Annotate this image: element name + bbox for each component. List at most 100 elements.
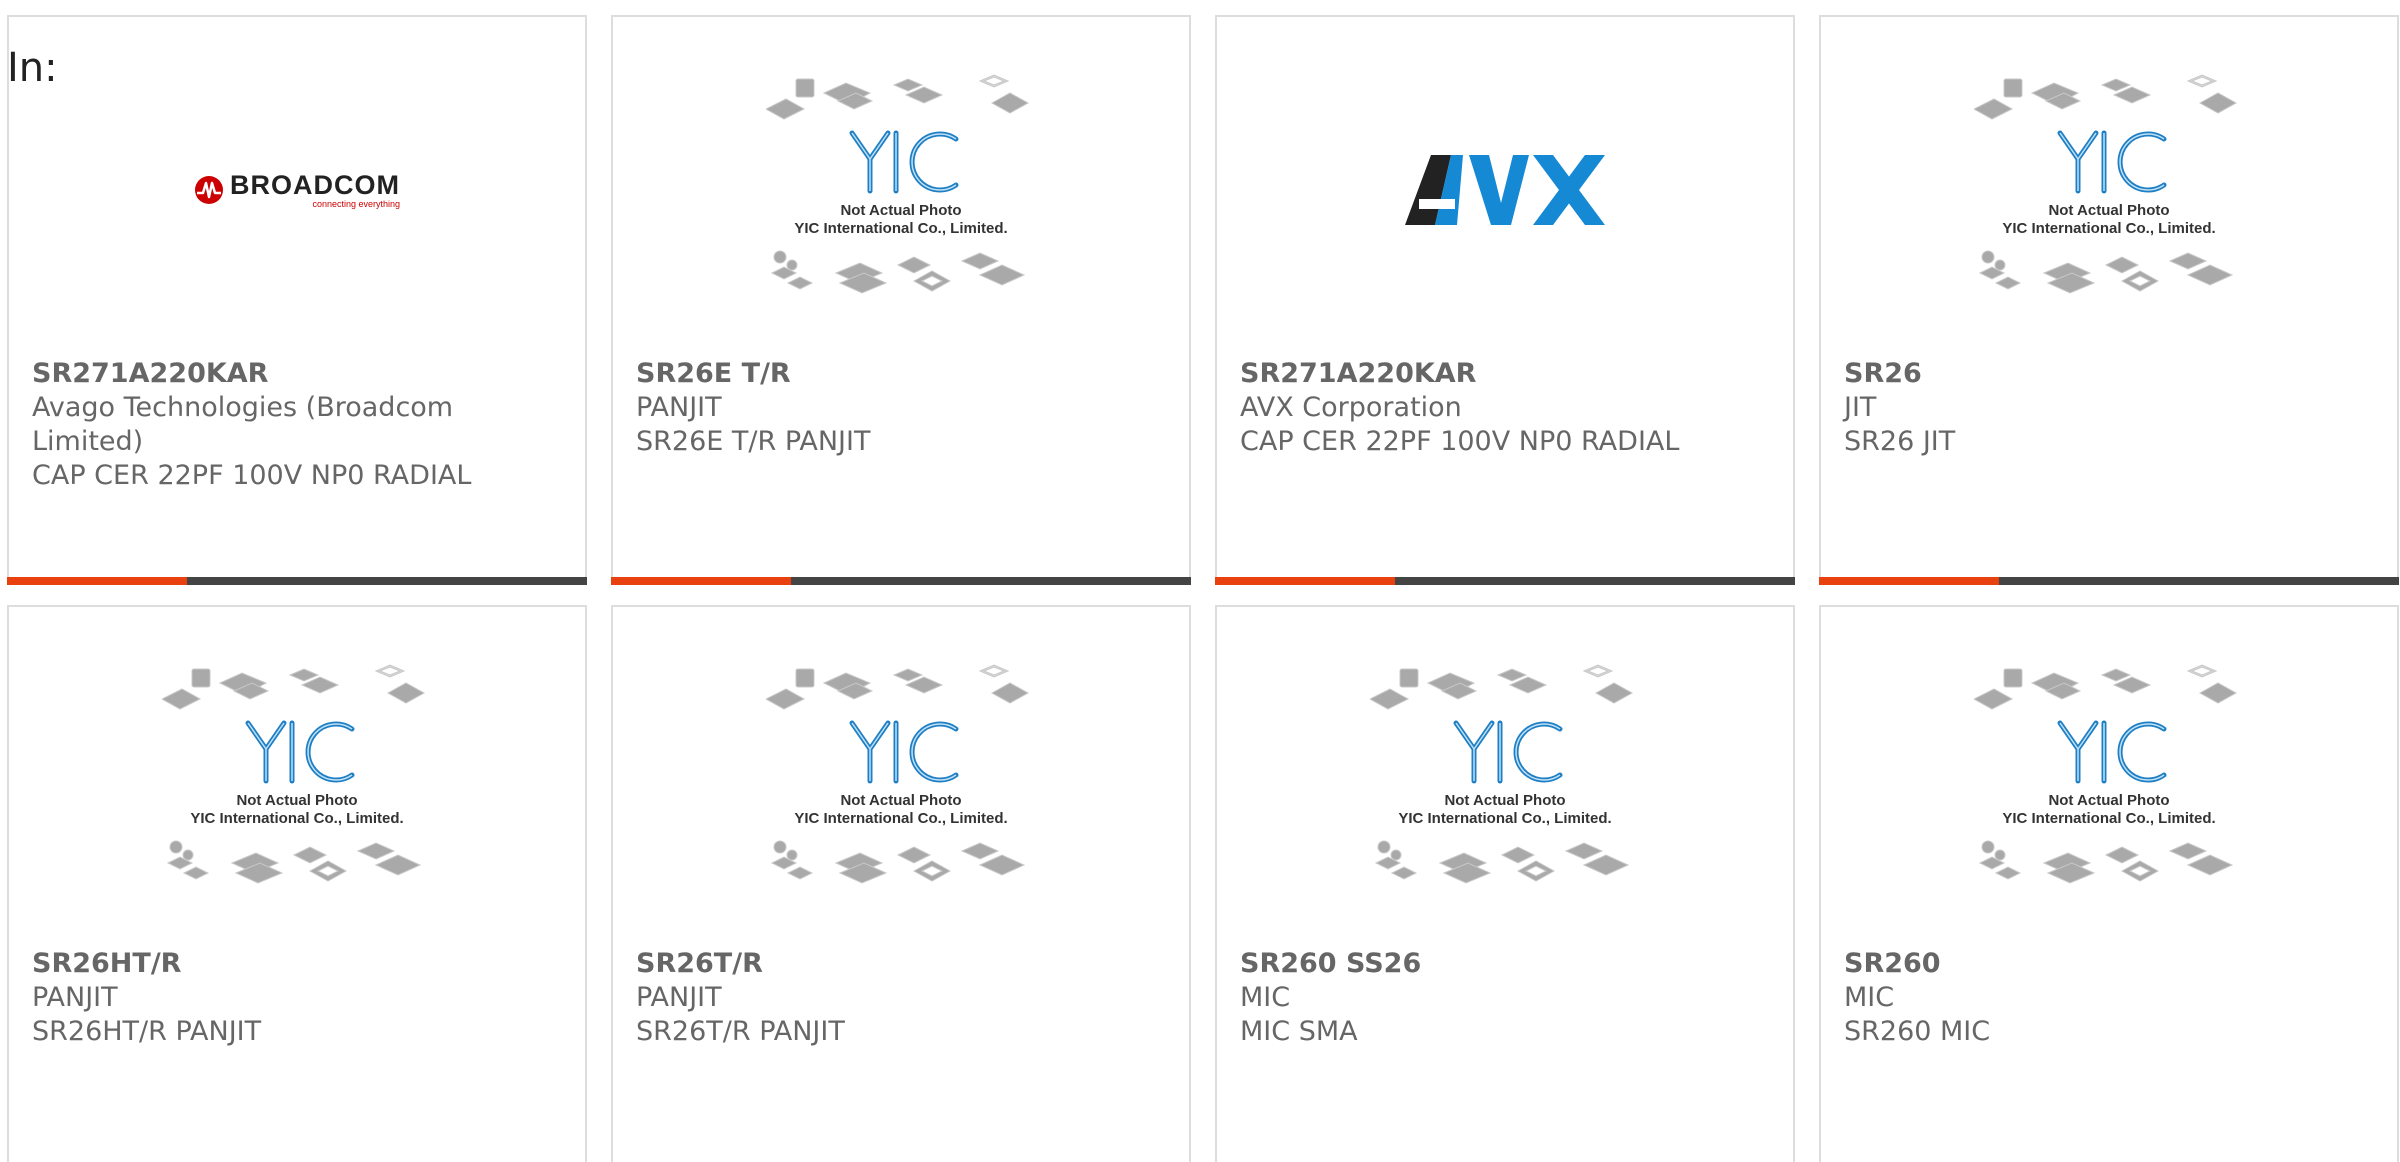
product-image[interactable]: BROADCOM connecting everything [9,17,585,347]
chips-top-icon [1974,664,2238,710]
broadcom-pulse-icon [195,176,223,204]
product-info: SR271A220KAR AVX Corporation CAP CER 22P… [1240,357,1773,459]
card-accent-segment [611,577,791,585]
card-accent-bar [611,577,1191,585]
product-part-number[interactable]: SR26HT/R [32,947,565,981]
yic-logo-icon [2057,720,2167,784]
yic-logo-icon [1453,720,1563,784]
product-manufacturer: JIT [1844,392,1877,423]
product-image[interactable]: Not Actual Photo YIC International Co., … [9,607,585,937]
svg-text:Not Actual Photo: Not Actual Photo [2048,202,2169,219]
product-info: SR260 SS26 MIC MIC SMA [1240,947,1773,1049]
product-card[interactable]: Not Actual Photo YIC International Co., … [1819,15,2399,585]
product-info: SR260 MIC SR260 MIC [1844,947,2377,1049]
svg-text:YIC International Co., Limited: YIC International Co., Limited. [1398,810,1611,827]
product-info: SR26HT/R PANJIT SR26HT/R PANJIT [32,947,565,1049]
product-part-number[interactable]: SR271A220KAR [1240,357,1773,391]
yic-logo-icon [2057,130,2167,194]
product-card[interactable]: Not Actual Photo YIC International Co., … [1819,605,2399,1162]
product-description: SR26E T/R PANJIT [636,426,871,457]
chips-top-icon [1974,74,2238,120]
product-description: SR26 JIT [1844,426,1956,457]
product-grid: BROADCOM connecting everything SR271A220… [7,15,2399,1162]
chips-bottom-icon [1374,840,1630,884]
svg-text:Not Actual Photo: Not Actual Photo [840,792,961,809]
yic-placeholder-image: Not Actual Photo YIC International Co., … [162,664,426,884]
product-card[interactable]: Not Actual Photo YIC International Co., … [7,605,587,1162]
card-accent-bar [1215,577,1795,585]
product-manufacturer: Avago Technologies (Broadcom Limited) [32,392,454,457]
product-part-number[interactable]: SR26T/R [636,947,1169,981]
svg-text:YIC International Co., Limited: YIC International Co., Limited. [2002,810,2215,827]
chips-top-icon [1370,664,1634,710]
yic-placeholder-image: Not Actual Photo YIC International Co., … [1974,664,2238,884]
chips-top-icon [766,664,1030,710]
broadcom-name: BROADCOM [230,170,400,200]
product-manufacturer: PANJIT [32,982,118,1013]
page: In: BROADCOM connecting everything SR271… [0,0,2400,1162]
yic-logo-icon [849,130,959,194]
product-part-number[interactable]: SR26 [1844,357,2377,391]
svg-text:Not Actual Photo: Not Actual Photo [840,202,961,219]
product-part-number[interactable]: SR271A220KAR [32,357,565,391]
svg-text:Not Actual Photo: Not Actual Photo [236,792,357,809]
product-info: SR271A220KAR Avago Technologies (Broadco… [32,357,565,493]
yic-logo-icon [245,720,355,784]
product-description: MIC SMA [1240,1016,1358,1047]
product-info: SR26E T/R PANJIT SR26E T/R PANJIT [636,357,1169,459]
yic-logo-icon [849,720,959,784]
product-card[interactable]: Not Actual Photo YIC International Co., … [611,605,1191,1162]
product-description: SR26T/R PANJIT [636,1016,845,1047]
card-accent-bar [7,577,587,585]
avx-logo [1405,155,1605,225]
yic-placeholder-image: Not Actual Photo YIC International Co., … [766,664,1030,884]
product-info: SR26 JIT SR26 JIT [1844,357,2377,459]
product-card[interactable]: Not Actual Photo YIC International Co., … [1215,605,1795,1162]
chips-bottom-icon [770,250,1026,294]
broadcom-logo: BROADCOM connecting everything [194,171,400,209]
yic-placeholder-image: Not Actual Photo YIC International Co., … [766,74,1030,294]
product-image[interactable]: Not Actual Photo YIC International Co., … [1821,17,2397,347]
product-image[interactable] [1217,17,1793,347]
svg-text:YIC International Co., Limited: YIC International Co., Limited. [794,810,1007,827]
yic-placeholder-image: Not Actual Photo YIC International Co., … [1370,664,1634,884]
product-manufacturer: MIC [1844,982,1895,1013]
product-manufacturer: MIC [1240,982,1291,1013]
product-description: CAP CER 22PF 100V NP0 RADIAL [1240,426,1680,457]
chips-top-icon [766,74,1030,120]
card-accent-bar [1819,577,2399,585]
product-manufacturer: AVX Corporation [1240,392,1462,423]
product-description: SR26HT/R PANJIT [32,1016,262,1047]
page-heading: In: [7,45,58,91]
chips-top-icon [162,664,426,710]
broadcom-tagline: connecting everything [312,199,400,209]
product-part-number[interactable]: SR260 [1844,947,2377,981]
product-info: SR26T/R PANJIT SR26T/R PANJIT [636,947,1169,1049]
chips-bottom-icon [1978,250,2234,294]
chips-bottom-icon [1978,840,2234,884]
product-card[interactable]: Not Actual Photo YIC International Co., … [611,15,1191,585]
product-image[interactable]: Not Actual Photo YIC International Co., … [1217,607,1793,937]
product-part-number[interactable]: SR26E T/R [636,357,1169,391]
svg-text:Not Actual Photo: Not Actual Photo [1444,792,1565,809]
product-image[interactable]: Not Actual Photo YIC International Co., … [613,607,1189,937]
product-part-number[interactable]: SR260 SS26 [1240,947,1773,981]
svg-text:YIC International Co., Limited: YIC International Co., Limited. [794,220,1007,237]
product-manufacturer: PANJIT [636,982,722,1013]
yic-placeholder-image: Not Actual Photo YIC International Co., … [1974,74,2238,294]
svg-text:Not Actual Photo: Not Actual Photo [2048,792,2169,809]
svg-text:YIC International Co., Limited: YIC International Co., Limited. [2002,220,2215,237]
product-image[interactable]: Not Actual Photo YIC International Co., … [1821,607,2397,937]
card-accent-segment [7,577,187,585]
card-accent-segment [1215,577,1395,585]
chips-bottom-icon [770,840,1026,884]
svg-text:YIC International Co., Limited: YIC International Co., Limited. [190,810,403,827]
product-card[interactable]: BROADCOM connecting everything SR271A220… [7,15,587,585]
card-accent-segment [1819,577,1999,585]
product-card[interactable]: SR271A220KAR AVX Corporation CAP CER 22P… [1215,15,1795,585]
product-description: SR260 MIC [1844,1016,1991,1047]
product-image[interactable]: Not Actual Photo YIC International Co., … [613,17,1189,347]
product-description: CAP CER 22PF 100V NP0 RADIAL [32,460,472,491]
product-manufacturer: PANJIT [636,392,722,423]
chips-bottom-icon [166,840,422,884]
